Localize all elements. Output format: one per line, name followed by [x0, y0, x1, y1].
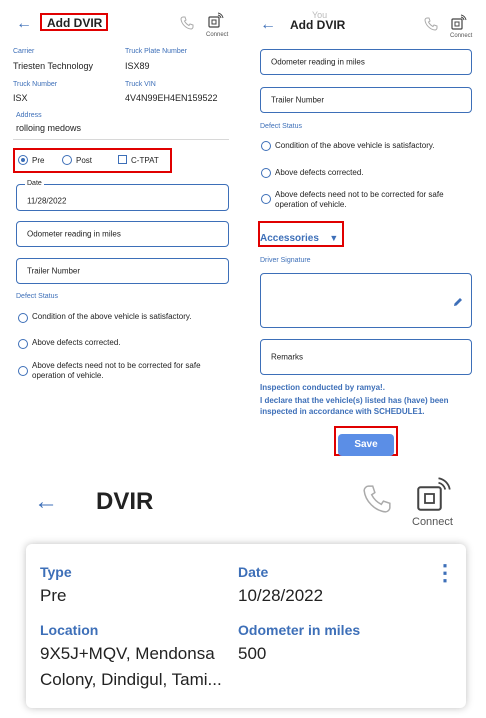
defect-status-label: Defect Status: [260, 123, 303, 130]
remarks-input[interactable]: Remarks: [260, 339, 472, 375]
vin-label: Truck VIN: [125, 81, 156, 88]
defect-radio-satisfactory[interactable]: [261, 141, 271, 151]
defect-radio-not-needed[interactable]: [261, 194, 271, 204]
trailer-number-input[interactable]: Trailer Number: [16, 258, 229, 284]
connect-icon[interactable]: [208, 12, 224, 28]
connect-label: Connect: [206, 32, 229, 38]
date-field[interactable]: Date 11/28/2022: [16, 180, 229, 211]
back-arrow-icon[interactable]: ←: [34, 490, 58, 514]
page-title: Add DVIR: [47, 16, 103, 30]
date-value: 10/28/2022: [238, 586, 324, 605]
defect-option-not-needed: Above defects need not to be corrected f…: [275, 190, 444, 209]
connect-label: Connect: [412, 516, 453, 528]
edit-pencil-icon[interactable]: [453, 297, 463, 307]
plate-value: ISX89: [125, 61, 150, 71]
defect-radio-satisfactory[interactable]: [18, 313, 28, 323]
back-arrow-icon[interactable]: ←: [260, 17, 276, 33]
date-label: Date: [238, 564, 269, 580]
checkbox-ctpat-label: C-TPAT: [131, 156, 159, 165]
right-header: ← Add DVIR You Connect: [256, 10, 474, 44]
type-label: Type: [40, 564, 72, 580]
defect-status-label: Defect Status: [16, 293, 59, 300]
odometer-input[interactable]: Odometer reading in miles: [260, 49, 472, 75]
save-button[interactable]: Save: [338, 434, 394, 456]
odometer-input[interactable]: Odometer reading in miles: [16, 221, 229, 247]
trailer-number-input[interactable]: Trailer Number: [260, 87, 472, 113]
driver-signature-pad[interactable]: [260, 273, 472, 328]
divider: [13, 139, 229, 140]
accessories-label: Accessories: [260, 233, 319, 244]
radio-post-label: Post: [76, 156, 93, 165]
date-label: Date: [25, 180, 44, 187]
radio-post[interactable]: [62, 155, 72, 165]
more-vertical-icon[interactable]: ⋮: [434, 560, 456, 586]
inspection-by-text: Inspection conducted by ramya!.: [260, 383, 385, 392]
address-value: rolloing medows: [16, 123, 82, 133]
trailer-number-placeholder: Trailer Number: [27, 266, 81, 276]
carrier-value: Triesten Technology: [13, 61, 94, 71]
phone-icon[interactable]: [180, 16, 194, 30]
radio-pre[interactable]: [18, 155, 28, 165]
add-dvir-form-top: ← Add DVIR Connect Carrier Triesten Tech…: [8, 8, 232, 408]
accessories-toggle[interactable]: Accessories ▼: [260, 228, 338, 246]
plate-label: Truck Plate Number: [125, 48, 187, 55]
dvir-card[interactable]: Type Pre Date 10/28/2022 ⋮ Location 9X5J…: [26, 544, 466, 708]
declaration-text: I declare that the vehicle(s) listed has…: [260, 396, 449, 416]
connect-label: Connect: [450, 33, 473, 39]
vin-value: 4V4N99EH4EN159522: [125, 93, 218, 103]
truck-number-value: ISX: [13, 93, 28, 103]
overlay-text: You: [312, 10, 328, 20]
dvir-detail: ← DVIR Connect Type Pre Date 10/28/2022 …: [22, 474, 474, 714]
driver-signature-label: Driver Signature: [260, 257, 311, 264]
defect-radio-corrected[interactable]: [261, 168, 271, 178]
connect-icon[interactable]: [451, 14, 467, 30]
remarks-placeholder: Remarks: [271, 352, 304, 362]
defect-option-not-needed: Above defects need not to be corrected f…: [32, 361, 201, 380]
carrier-label: Carrier: [13, 48, 35, 55]
type-value: Pre: [40, 586, 67, 605]
address-label: Address: [16, 112, 42, 119]
odometer-value: 500: [238, 644, 267, 663]
radio-pre-label: Pre: [32, 156, 45, 165]
location-line2: Colony, Dindigul, Tami...: [40, 670, 222, 689]
page-title: Add DVIR: [290, 18, 346, 32]
save-button-label: Save: [354, 439, 378, 450]
left-header: ← Add DVIR Connect: [8, 8, 232, 42]
defect-radio-not-needed[interactable]: [18, 366, 28, 376]
defect-option-corrected: Above defects corrected.: [32, 338, 121, 347]
connect-icon[interactable]: [416, 476, 452, 512]
phone-icon[interactable]: [424, 17, 438, 31]
defect-option-corrected: Above defects corrected.: [275, 168, 364, 177]
checkbox-ctpat[interactable]: [118, 155, 127, 164]
trailer-number-placeholder: Trailer Number: [271, 95, 325, 105]
page-title: DVIR: [96, 488, 154, 515]
odometer-placeholder: Odometer reading in miles: [271, 57, 365, 67]
truck-number-label: Truck Number: [13, 81, 58, 88]
odometer-label: Odometer in miles: [238, 622, 361, 638]
odometer-placeholder: Odometer reading in miles: [27, 229, 121, 239]
defect-option-satisfactory: Condition of the above vehicle is satisf…: [32, 312, 192, 321]
defect-option-satisfactory: Condition of the above vehicle is satisf…: [275, 141, 435, 150]
add-dvir-form-bottom: ← Add DVIR You Connect Odometer reading …: [256, 10, 474, 456]
location-label: Location: [40, 622, 99, 638]
defect-radio-corrected[interactable]: [18, 339, 28, 349]
phone-icon[interactable]: [362, 484, 392, 514]
back-arrow-icon[interactable]: ←: [16, 16, 32, 32]
location-line1: 9X5J+MQV, Mendonsa: [40, 644, 215, 663]
date-value: 11/28/2022: [27, 196, 67, 206]
dropdown-arrow-icon: ▼: [329, 233, 339, 243]
